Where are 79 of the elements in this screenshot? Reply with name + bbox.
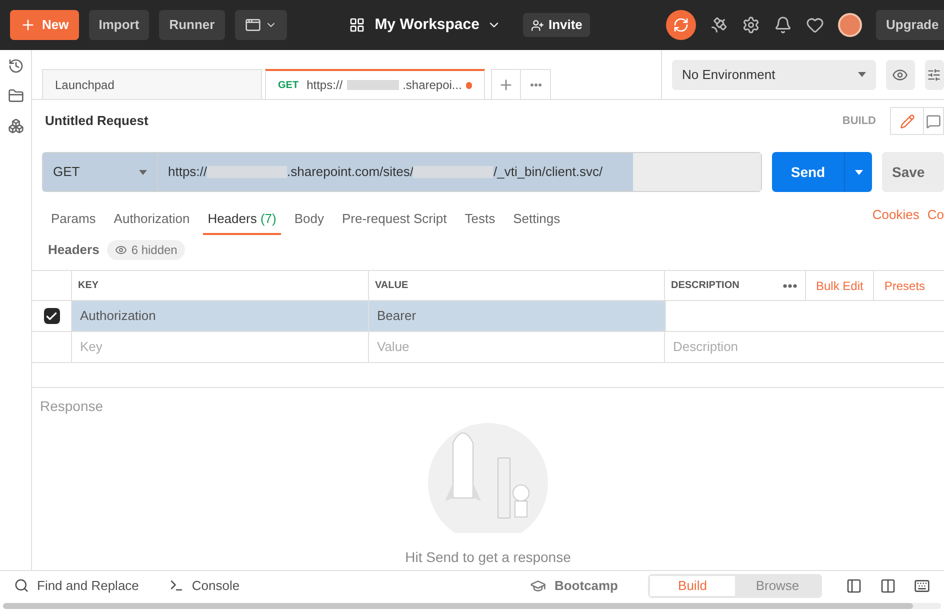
more-icon[interactable] (783, 284, 797, 288)
import-button[interactable]: Import (88, 10, 150, 40)
new-button[interactable]: New (10, 10, 79, 40)
sync-button[interactable] (666, 10, 696, 40)
terminal-icon (168, 578, 184, 593)
two-pane-icon[interactable] (880, 578, 896, 594)
request-section-tab[interactable]: Settings (508, 205, 566, 235)
search-icon (14, 578, 29, 593)
link[interactable]: Co (927, 205, 944, 235)
edit-button[interactable] (890, 107, 924, 135)
mode-label: BUILD (842, 114, 876, 129)
heart-icon[interactable] (806, 16, 824, 34)
add-user-icon (531, 18, 544, 32)
settings-icon[interactable] (742, 16, 760, 34)
scrollbar-thumb[interactable] (3, 603, 913, 609)
bootcamp-button[interactable]: Bootcamp (530, 576, 618, 596)
eye-icon (892, 66, 908, 82)
value-cell[interactable]: Bearer (369, 301, 665, 331)
key-field[interactable]: Key (72, 332, 369, 362)
console-button[interactable]: Console (168, 576, 240, 596)
send-button[interactable]: Send (772, 152, 844, 192)
comment-icon (926, 114, 941, 128)
boxes-icon[interactable] (8, 118, 24, 134)
satellite-icon[interactable] (710, 16, 728, 34)
runner-button[interactable]: Runner (159, 10, 225, 40)
response-hint: Hit Send to get a response (405, 548, 571, 567)
column-header: VALUE (369, 271, 665, 300)
grid-icon (348, 17, 365, 33)
check-icon (45, 310, 58, 322)
description-field[interactable]: Description (665, 332, 944, 362)
new-window-button[interactable] (234, 10, 287, 40)
comments-button[interactable] (924, 107, 944, 135)
request-section-tab[interactable]: Tests (460, 205, 500, 235)
request-section-tab[interactable]: Body (289, 205, 329, 235)
request-section-tab[interactable]: Authorization (108, 205, 195, 235)
request-section-tab[interactable]: Pre-request Script (336, 205, 452, 235)
folder-icon[interactable] (8, 88, 24, 104)
request-tab[interactable]: Launchpad (42, 69, 262, 99)
eye-button[interactable] (886, 60, 915, 90)
environment-dropdown[interactable]: No Environment (672, 60, 876, 90)
link[interactable]: Cookies (872, 205, 920, 235)
column-header: KEY (72, 271, 369, 300)
mode-tab[interactable]: Build (650, 576, 735, 596)
request-tab[interactable]: GET https:// .sharepoi... (265, 69, 485, 99)
sliders-button[interactable] (924, 60, 944, 90)
invite-button[interactable]: Invite (523, 13, 590, 37)
avatar[interactable] (838, 13, 862, 37)
response-title: Response (40, 397, 104, 416)
pencil-icon (900, 114, 914, 128)
plus-icon (498, 76, 514, 92)
hidden-headers-toggle[interactable]: 6 hidden (107, 240, 186, 260)
keyboard-icon[interactable] (914, 578, 930, 594)
save-button[interactable]: Save (882, 152, 944, 192)
column-header: DESCRIPTION (670, 279, 740, 293)
bulk-edit-link[interactable]: Bulk Edit (805, 271, 874, 300)
send-options-button[interactable] (844, 152, 872, 192)
request-title: Untitled Request (45, 112, 148, 130)
headers-label: Headers (48, 241, 100, 260)
plus-icon (20, 17, 36, 33)
history-icon[interactable] (8, 58, 24, 74)
workspace-dropdown[interactable]: My Workspace (374, 14, 502, 36)
sync-icon (673, 17, 689, 33)
key-cell[interactable]: Authorization (72, 301, 369, 331)
presets-link[interactable]: Presets (873, 271, 936, 300)
bell-icon[interactable] (774, 16, 792, 34)
sliders-icon (927, 68, 942, 82)
eye-icon (115, 244, 128, 256)
window-icon (244, 17, 261, 33)
sidebar-icon[interactable] (846, 578, 862, 594)
add-tab-button[interactable] (491, 69, 521, 99)
upgrade-button[interactable]: Upgrade (876, 10, 944, 40)
request-section-tab[interactable]: Headers (7) (202, 205, 282, 235)
more-icon (530, 82, 542, 86)
find-replace-button[interactable]: Find and Replace (14, 576, 139, 596)
request-section-tab[interactable]: Params (46, 205, 101, 235)
value-field[interactable]: Value (369, 332, 665, 362)
redacted-block (346, 80, 399, 90)
graduation-cap-icon (530, 578, 546, 594)
checkbox[interactable] (44, 308, 60, 324)
